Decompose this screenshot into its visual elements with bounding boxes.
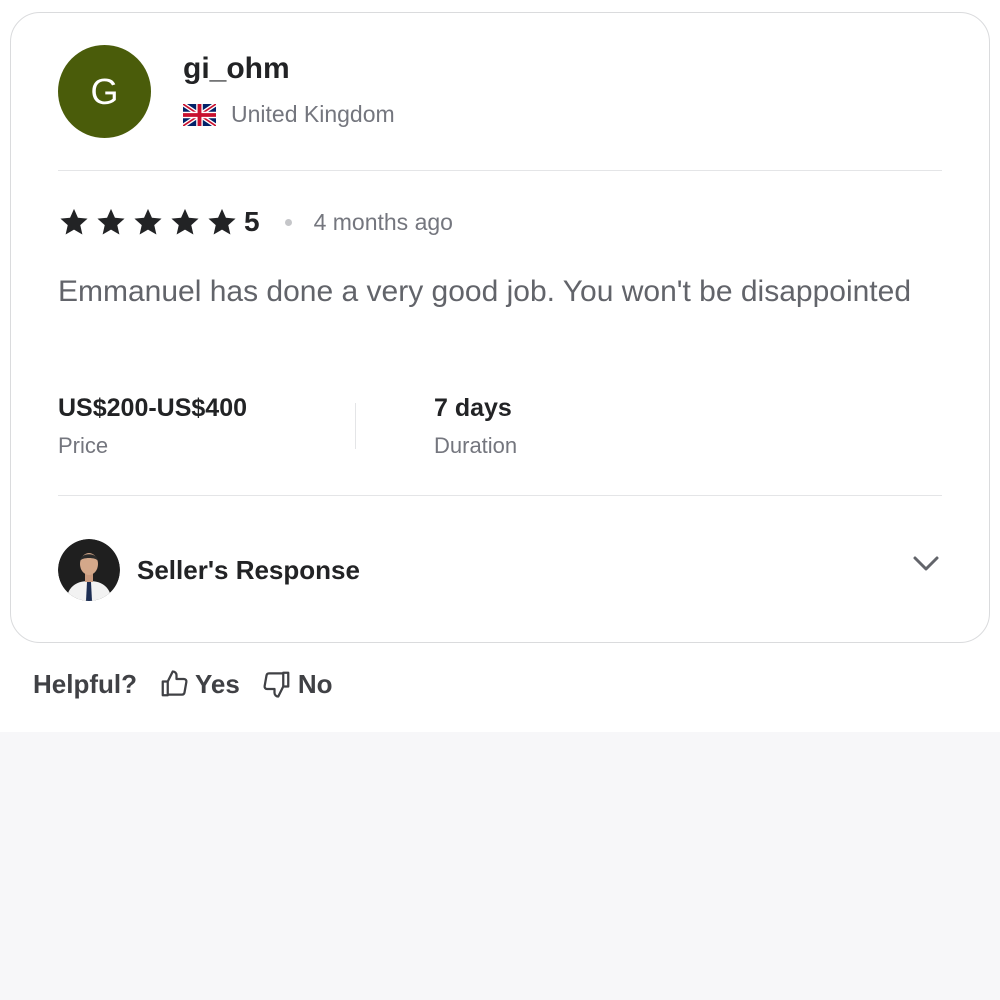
reviewer-header: G gi_ohm United Kingdom [58, 45, 395, 139]
star-icon [60, 208, 88, 235]
seller-avatar [58, 539, 120, 601]
star-icon [134, 208, 162, 235]
reviewer-country: United Kingdom [183, 101, 395, 128]
reviewer-info: gi_ohm United Kingdom [183, 45, 395, 139]
price-label: Price [58, 433, 109, 458]
star-icon [208, 208, 236, 235]
helpful-label: Helpful? [33, 668, 137, 699]
uk-flag-icon [183, 103, 216, 126]
reviewer-name[interactable]: gi_ohm [183, 51, 395, 87]
reviewer-avatar[interactable]: G [58, 45, 151, 138]
thumbs-down-icon [263, 671, 290, 698]
seller-response-label: Seller's Response [137, 554, 360, 585]
no-label: No [297, 668, 333, 699]
duration-label: Duration [434, 433, 518, 458]
divider [58, 170, 942, 171]
helpful-yes-button[interactable]: Yes [159, 669, 240, 700]
review-card: G gi_ohm United Kingdom 5 4 months ago E… [10, 12, 990, 643]
review-text: Emmanuel has done a very good job. You w… [58, 275, 912, 308]
duration-value: 7 days [434, 394, 512, 422]
page-background [0, 732, 1000, 1000]
seller-response-toggle[interactable]: Seller's Response [58, 539, 942, 601]
yes-label: Yes [195, 668, 240, 699]
star-icon [171, 208, 199, 235]
rating-value: 5 [244, 206, 260, 237]
price-stat: US$200-US$400 Price [58, 393, 355, 463]
review-time: 4 months ago [313, 208, 453, 235]
duration-stat: 7 days Duration [434, 393, 517, 463]
rating-row: 5 4 months ago [58, 202, 453, 242]
country-name: United Kingdom [231, 101, 395, 127]
divider [58, 495, 942, 496]
separator-dot [284, 218, 292, 226]
review-stats: US$200-US$400 Price 7 days Duration [58, 393, 517, 463]
stat-divider [355, 403, 356, 449]
helpful-row: Helpful? Yes No [33, 664, 355, 704]
price-value: US$200-US$400 [58, 394, 248, 422]
helpful-no-button[interactable]: No [262, 669, 333, 700]
star-rating [58, 206, 243, 238]
star-icon [97, 208, 125, 235]
thumbs-up-icon [161, 670, 188, 697]
chevron-down-icon[interactable] [910, 551, 942, 575]
